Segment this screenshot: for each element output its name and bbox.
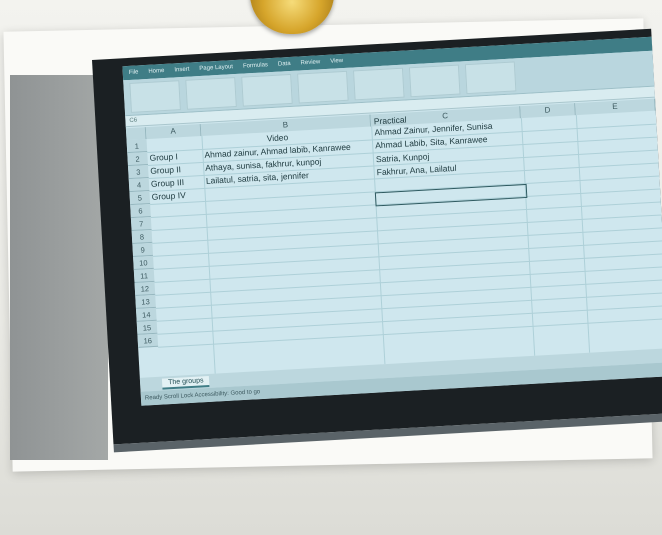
row-header[interactable]: 4	[128, 178, 150, 193]
cell-c1[interactable]: Practical	[374, 115, 407, 127]
menu-formulas[interactable]: Formulas	[243, 62, 268, 69]
gridline	[153, 240, 662, 270]
worksheet-grid[interactable]: A B C D E 1 2 3 4 5 6 7 8 9 10 11 12 13 …	[125, 98, 662, 378]
cell-b1[interactable]: Video	[266, 132, 288, 143]
cell-a2[interactable]: Group I	[149, 151, 178, 163]
projected-screen: File Home Insert Page Layout Formulas Da…	[92, 28, 662, 460]
gridline	[575, 115, 591, 353]
ribbon-cells[interactable]	[408, 64, 461, 98]
ribbon-styles[interactable]	[352, 67, 405, 101]
row-header[interactable]: 16	[137, 333, 159, 348]
row-header[interactable]: 1	[126, 139, 148, 154]
row-header[interactable]: 7	[130, 216, 152, 232]
cell-a5[interactable]: Group IV	[151, 190, 186, 202]
ribbon-number[interactable]	[297, 70, 349, 104]
gridline	[152, 214, 662, 244]
menu-review[interactable]: Review	[300, 59, 320, 66]
gridline	[151, 201, 661, 231]
menu-data[interactable]: Data	[278, 61, 291, 68]
row-header[interactable]: 11	[133, 268, 155, 283]
menu-insert[interactable]: Insert	[174, 67, 189, 74]
gridline	[153, 227, 662, 257]
row-header[interactable]: 13	[135, 294, 156, 309]
name-box[interactable]: C6	[129, 118, 137, 124]
cell-a4[interactable]: Group III	[151, 177, 185, 189]
ribbon-font[interactable]	[185, 77, 237, 110]
menu-home[interactable]: Home	[148, 68, 164, 75]
row-header[interactable]: 8	[131, 229, 153, 245]
row-header[interactable]: 12	[134, 281, 156, 296]
spreadsheet-window: File Home Insert Page Layout Formulas Da…	[122, 36, 662, 406]
row-header[interactable]: 9	[132, 242, 154, 258]
wall-shadow	[10, 75, 108, 460]
row-header[interactable]: 14	[135, 307, 157, 322]
col-header-a[interactable]: A	[145, 124, 202, 140]
col-header-d[interactable]: D	[520, 103, 576, 119]
menu-page-layout[interactable]: Page Layout	[199, 64, 233, 72]
gridline	[158, 318, 662, 348]
ribbon-clipboard[interactable]	[129, 80, 181, 113]
row-header[interactable]: 10	[133, 255, 154, 270]
menu-file[interactable]: File	[129, 69, 139, 76]
ribbon-alignment[interactable]	[241, 73, 293, 107]
row-header[interactable]: 5	[129, 190, 151, 206]
menu-view[interactable]: View	[330, 58, 343, 65]
ribbon-editing[interactable]	[464, 61, 517, 95]
gridline	[520, 118, 536, 356]
row-header[interactable]: 3	[127, 165, 149, 180]
row-header[interactable]: 2	[127, 152, 148, 167]
row-header[interactable]: 15	[136, 320, 158, 335]
cell-a3[interactable]: Group II	[150, 164, 181, 176]
selected-cell-c6[interactable]	[374, 183, 528, 207]
sheet-tab[interactable]: The groups	[161, 375, 210, 390]
row-header[interactable]: 6	[130, 203, 151, 219]
